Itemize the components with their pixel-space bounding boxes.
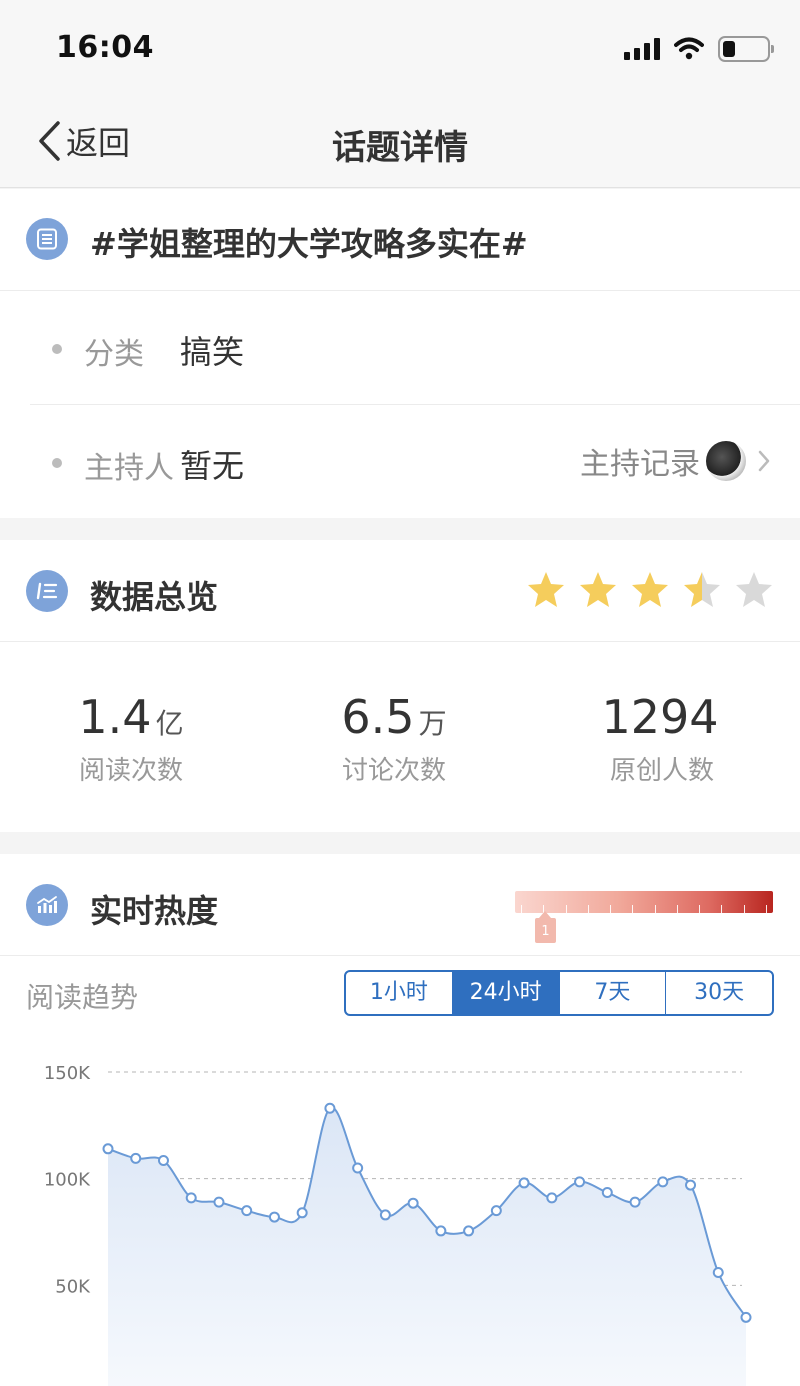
metric-value: 1.4 [78,690,152,744]
overview-icon [26,570,68,612]
data-point[interactable] [629,1196,641,1208]
cellular-signal-icon [624,38,660,60]
bullet [52,458,62,468]
battery-icon [718,36,774,62]
heat-card: 实时热度 1 阅读趋势 1小时 24小时 7天 30天 050K100K150K [0,854,800,1386]
metric-unit: 亿 [155,707,184,740]
chevron-right-icon [758,450,770,472]
series-area [108,1107,746,1386]
status-time: 16:04 [56,30,154,65]
data-point[interactable] [601,1187,613,1199]
tab-30d[interactable]: 30天 [666,972,772,1014]
host-record-label: 主持记录 [580,447,700,482]
host-value: 暂无 [180,447,245,485]
data-point[interactable] [213,1196,225,1208]
section-title: 实时热度 [90,892,219,930]
data-point[interactable] [574,1176,586,1188]
topic-title: #学姐整理的大学攻略多实在# [90,225,528,263]
data-point[interactable] [435,1225,447,1237]
category-value: 搞笑 [180,333,245,371]
data-point[interactable] [102,1143,114,1155]
divider [0,641,800,642]
data-point[interactable] [296,1207,308,1219]
data-point[interactable] [352,1162,364,1174]
data-point[interactable] [685,1179,697,1191]
y-tick-label: 100K [44,1170,91,1191]
host-record-link[interactable]: 主持记录 [580,439,774,483]
data-point[interactable] [379,1209,391,1221]
time-range-tabs: 1小时 24小时 7天 30天 [344,970,774,1016]
data-point[interactable] [546,1192,558,1204]
status-icons [624,34,774,64]
data-point[interactable] [740,1311,752,1323]
divider [0,955,800,956]
star-rating [526,570,774,610]
category-label: 分类 [84,337,144,372]
star-icon [528,572,564,607]
metric-reads: 1.4 亿 阅读次数 [11,690,251,787]
data-point[interactable] [407,1197,419,1209]
page-title: 话题详情 [332,128,468,168]
reading-trend-chart: 050K100K150K [44,1063,752,1386]
section-title: 数据总览 [90,578,219,616]
metric-value: 1294 [601,690,719,744]
nav-bar: 返回 话题详情 [0,92,800,188]
metric-value: 6.5 [341,690,415,744]
topic-list-icon [26,218,68,260]
metric-label: 原创人数 [609,756,714,786]
chart-trend-icon [26,884,68,926]
data-point[interactable] [490,1205,502,1217]
data-point[interactable] [241,1205,253,1217]
overview-card: 数据总览 1.4 亿 阅读次数 6.5 万 讨论次数 1294 原创人数 [0,540,800,832]
data-point[interactable] [268,1211,280,1223]
star-icon [580,572,616,607]
topic-card: #学姐整理的大学攻略多实在# 分类 搞笑 主持人 暂无 主持记录 [0,189,800,518]
data-point[interactable] [130,1152,142,1164]
category-row: 分类 搞笑 [0,291,800,405]
tab-1h[interactable]: 1小时 [346,972,453,1014]
heat-scale-bar [515,891,773,913]
host-row[interactable]: 主持人 暂无 主持记录 [0,405,800,519]
star-icon [736,572,772,607]
star-icon [684,572,720,607]
heat-level-marker: 1 [535,911,556,943]
y-tick-label: 50K [55,1276,91,1297]
data-point[interactable] [463,1225,475,1237]
data-point[interactable] [712,1267,724,1279]
status-bar: 16:04 [0,0,800,92]
tab-24h[interactable]: 24小时 [452,972,560,1014]
metric-unit: 万 [418,707,447,740]
y-tick-label: 150K [44,1063,91,1084]
data-point[interactable] [657,1176,669,1188]
trend-label: 阅读趋势 [26,981,139,1014]
data-point[interactable] [157,1155,169,1167]
data-point[interactable] [518,1177,530,1189]
metric-authors: 1294 原创人数 [542,690,782,787]
metric-discussions: 6.5 万 讨论次数 [274,690,514,787]
tab-7d[interactable]: 7天 [560,972,667,1014]
host-label: 主持人 [84,451,174,486]
bullet [52,344,62,354]
data-point[interactable] [185,1192,197,1204]
avatar [706,441,746,481]
star-icon [632,572,668,607]
data-point[interactable] [324,1102,336,1114]
metric-label: 阅读次数 [78,756,183,786]
metric-label: 讨论次数 [341,756,446,786]
wifi-icon [674,37,704,60]
